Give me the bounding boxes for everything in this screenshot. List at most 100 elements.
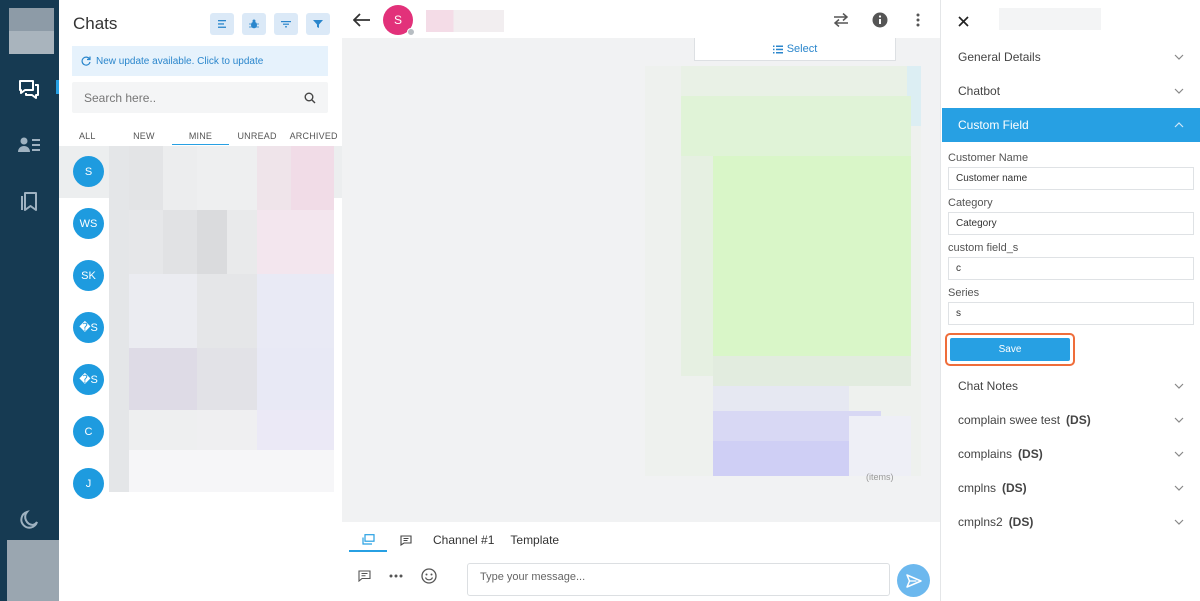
tab-template[interactable]: Template bbox=[502, 528, 567, 552]
tab-mine[interactable]: MINE bbox=[172, 127, 229, 145]
section-cmplns2[interactable]: cmplns2 (DS) bbox=[942, 505, 1200, 539]
avatar: S bbox=[73, 156, 104, 187]
more-vertical-icon[interactable] bbox=[907, 9, 929, 31]
close-icon[interactable] bbox=[955, 13, 971, 29]
transfer-icon[interactable] bbox=[830, 9, 852, 31]
tab-all[interactable]: ALL bbox=[59, 127, 116, 145]
custom-field-s-field[interactable] bbox=[948, 257, 1194, 280]
category-field[interactable] bbox=[948, 212, 1194, 235]
section-title: complains (DS) bbox=[958, 447, 1043, 461]
section-title: complain swee test (DS) bbox=[958, 413, 1091, 427]
composer: Channel #1 Template bbox=[342, 522, 940, 601]
message-note-icon[interactable] bbox=[358, 570, 371, 582]
avatar: C bbox=[73, 416, 104, 447]
app-rail bbox=[0, 0, 86, 601]
sort-button[interactable] bbox=[210, 13, 234, 35]
chat-icon[interactable] bbox=[16, 76, 42, 102]
select-messages-button[interactable]: Select bbox=[694, 38, 896, 61]
field-label: Series bbox=[948, 287, 980, 299]
emoji-icon[interactable] bbox=[421, 568, 437, 584]
ds-tag: (DS) bbox=[1066, 413, 1091, 427]
message-input[interactable] bbox=[467, 563, 890, 596]
tab-archived[interactable]: ARCHIVED bbox=[285, 127, 342, 145]
chevron-down-icon bbox=[1174, 88, 1184, 94]
avatar: �S bbox=[73, 312, 104, 343]
search-icon[interactable] bbox=[304, 92, 316, 104]
chevron-up-icon bbox=[1174, 122, 1184, 128]
section-cmplns[interactable]: cmplns (DS) bbox=[942, 471, 1200, 505]
redacted-contact-name bbox=[426, 10, 504, 32]
bug-button[interactable] bbox=[242, 13, 266, 35]
chevron-down-icon bbox=[1174, 451, 1184, 457]
customer-name-field[interactable] bbox=[948, 167, 1194, 190]
info-icon[interactable] bbox=[869, 9, 891, 31]
filter-lines-button[interactable] bbox=[274, 13, 298, 35]
copy-icon bbox=[361, 533, 375, 545]
filter-lines-icon bbox=[281, 21, 291, 28]
redacted-contact-name bbox=[981, 8, 1101, 30]
section-chat-notes[interactable]: Chat Notes bbox=[942, 369, 1200, 403]
section-chatbot[interactable]: Chatbot bbox=[942, 74, 1200, 108]
ds-tag: (DS) bbox=[1018, 447, 1043, 461]
tab-unread[interactable]: UNREAD bbox=[229, 127, 286, 145]
more-horizontal-icon[interactable] bbox=[389, 574, 403, 578]
section-general-details[interactable]: General Details bbox=[942, 40, 1200, 74]
sort-icon bbox=[218, 20, 226, 28]
tab-channel[interactable]: Channel #1 bbox=[425, 528, 502, 552]
bug-icon bbox=[249, 19, 259, 29]
redacted-message bbox=[645, 66, 921, 476]
select-label: Select bbox=[786, 43, 818, 55]
chat-tools bbox=[210, 13, 330, 35]
series-field[interactable] bbox=[948, 302, 1194, 325]
section-complain-swee-test[interactable]: complain swee test (DS) bbox=[942, 403, 1200, 437]
search-input[interactable] bbox=[84, 90, 304, 105]
back-arrow-icon[interactable] bbox=[351, 9, 373, 31]
section-title: General Details bbox=[958, 50, 1041, 64]
ds-tag: (DS) bbox=[1002, 481, 1027, 495]
funnel-button[interactable] bbox=[306, 13, 330, 35]
chevron-down-icon bbox=[1174, 54, 1184, 60]
avatar: �S bbox=[73, 364, 104, 395]
tab-new[interactable]: NEW bbox=[116, 127, 173, 145]
tab-reply[interactable] bbox=[349, 528, 387, 552]
section-title: Chatbot bbox=[958, 84, 1001, 98]
field-label: Customer Name bbox=[948, 152, 1029, 164]
bookmarks-icon[interactable] bbox=[16, 188, 42, 214]
chevron-down-icon bbox=[1174, 383, 1184, 389]
update-banner-text: New update available. Click to update bbox=[96, 55, 264, 67]
save-highlight: Save bbox=[945, 333, 1075, 366]
avatar: WS bbox=[73, 208, 104, 239]
chevron-down-icon bbox=[1174, 417, 1184, 423]
save-button[interactable]: Save bbox=[950, 338, 1070, 361]
section-title: Custom Field bbox=[958, 118, 1029, 132]
section-title: Chat Notes bbox=[958, 379, 1019, 393]
chats-panel: Chats New update available. Click to upd… bbox=[59, 0, 342, 601]
contacts-icon[interactable] bbox=[16, 132, 42, 158]
conversation-header: S bbox=[342, 0, 940, 38]
avatar: J bbox=[73, 468, 104, 499]
details-panel: General Details Chatbot Custom Field Cus… bbox=[940, 0, 1200, 601]
workspace-avatar[interactable] bbox=[9, 8, 54, 54]
section-custom-field[interactable]: Custom Field bbox=[942, 108, 1200, 142]
refresh-icon bbox=[81, 56, 91, 66]
moon-icon[interactable] bbox=[16, 507, 42, 533]
avatar: SK bbox=[73, 260, 104, 291]
field-label: custom field_s bbox=[948, 242, 1019, 254]
field-label: Category bbox=[948, 197, 993, 209]
conversation-panel: S Select (items) Channel #1 Template Typ… bbox=[342, 0, 940, 601]
send-icon bbox=[905, 573, 922, 588]
composer-tabs: Channel #1 Template bbox=[349, 528, 567, 552]
chat-search bbox=[72, 82, 328, 113]
redacted-chat-previews bbox=[109, 146, 334, 492]
chevron-down-icon bbox=[1174, 485, 1184, 491]
section-title: cmplns (DS) bbox=[958, 481, 1027, 495]
section-complains[interactable]: complains (DS) bbox=[942, 437, 1200, 471]
chat-filter-tabs: ALL NEW MINE UNREAD ARCHIVED bbox=[59, 127, 342, 145]
funnel-icon bbox=[313, 20, 323, 28]
ds-tag: (DS) bbox=[1008, 515, 1034, 529]
message-meta: (items) bbox=[866, 472, 894, 482]
list-icon bbox=[772, 45, 783, 53]
tab-note[interactable] bbox=[387, 528, 425, 552]
update-banner[interactable]: New update available. Click to update bbox=[72, 46, 328, 76]
send-button[interactable] bbox=[897, 564, 930, 597]
